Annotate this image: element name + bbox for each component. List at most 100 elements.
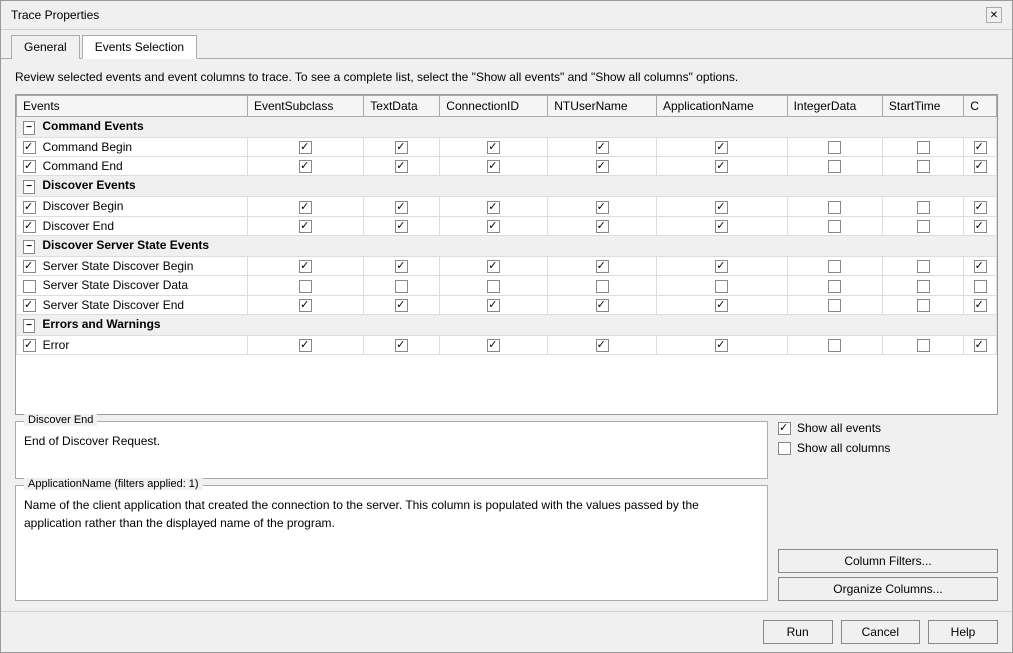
table-row: Discover End — [17, 216, 997, 235]
show-all-events-checkbox[interactable] — [778, 422, 791, 435]
cb-error-starttime[interactable] — [917, 339, 930, 352]
cb-discover-end-integerdata[interactable] — [828, 220, 841, 233]
cb-command-end-textdata[interactable] — [395, 160, 408, 173]
organize-columns-button[interactable]: Organize Columns... — [778, 577, 998, 601]
expand-discover-server-state[interactable]: − — [23, 240, 35, 254]
table-row: Server State Discover End — [17, 295, 997, 314]
cb-discover-end-starttime[interactable] — [917, 220, 930, 233]
cb-command-end-c[interactable] — [974, 160, 987, 173]
cb-discover-end-applicationname[interactable] — [715, 220, 728, 233]
cb-discover-begin-integerdata[interactable] — [828, 201, 841, 214]
cb-ss-discover-end-starttime[interactable] — [917, 299, 930, 312]
cb-discover-begin-textdata[interactable] — [395, 201, 408, 214]
group-discover-server-state-events: − Discover Server State Events — [17, 236, 997, 257]
table-row: Server State Discover Data — [17, 276, 997, 295]
cb-ss-discover-end-textdata[interactable] — [395, 299, 408, 312]
cb-error-textdata[interactable] — [395, 339, 408, 352]
bottom-right-panel: Show all events Show all columns Column … — [778, 421, 998, 601]
close-button[interactable]: ✕ — [986, 7, 1002, 23]
cb-ss-discover-begin-applicationname[interactable] — [715, 260, 728, 273]
cb-ss-discover-begin-c[interactable] — [974, 260, 987, 273]
row-check-ss-discover-data[interactable] — [23, 280, 36, 293]
cb-ss-discover-begin-ntusername[interactable] — [596, 260, 609, 273]
cb-command-begin-eventsubclass[interactable] — [299, 141, 312, 154]
events-table-container[interactable]: Events EventSubclass TextData Connection… — [15, 94, 998, 415]
cb-ss-discover-end-applicationname[interactable] — [715, 299, 728, 312]
cb-ss-discover-data-eventsubclass[interactable] — [299, 280, 312, 293]
cb-command-begin-starttime[interactable] — [917, 141, 930, 154]
cb-error-c[interactable] — [974, 339, 987, 352]
cb-ss-discover-begin-starttime[interactable] — [917, 260, 930, 273]
cb-ss-discover-end-c[interactable] — [974, 299, 987, 312]
cb-command-end-connectionid[interactable] — [487, 160, 500, 173]
cb-command-end-starttime[interactable] — [917, 160, 930, 173]
cb-command-begin-applicationname[interactable] — [715, 141, 728, 154]
table-row: Error — [17, 336, 997, 355]
cb-ss-discover-data-integerdata[interactable] — [828, 280, 841, 293]
show-all-columns-checkbox[interactable] — [778, 442, 791, 455]
cb-ss-discover-data-c[interactable] — [974, 280, 987, 293]
row-check-discover-end[interactable] — [23, 220, 36, 233]
cb-command-begin-textdata[interactable] — [395, 141, 408, 154]
cb-command-begin-c[interactable] — [974, 141, 987, 154]
expand-command-events[interactable]: − — [23, 121, 35, 135]
cancel-button[interactable]: Cancel — [841, 620, 920, 644]
expand-errors-warnings[interactable]: − — [23, 319, 35, 333]
cb-ss-discover-end-connectionid[interactable] — [487, 299, 500, 312]
cb-ss-discover-data-connectionid[interactable] — [487, 280, 500, 293]
cb-command-end-applicationname[interactable] — [715, 160, 728, 173]
cb-command-end-integerdata[interactable] — [828, 160, 841, 173]
cb-command-begin-ntusername[interactable] — [596, 141, 609, 154]
cb-discover-end-ntusername[interactable] — [596, 220, 609, 233]
cb-command-end-eventsubclass[interactable] — [299, 160, 312, 173]
row-check-ss-discover-begin[interactable] — [23, 260, 36, 273]
row-check-command-end[interactable] — [23, 160, 36, 173]
cb-discover-begin-connectionid[interactable] — [487, 201, 500, 214]
cb-command-begin-connectionid[interactable] — [487, 141, 500, 154]
window-title: Trace Properties — [11, 8, 99, 22]
cb-error-integerdata[interactable] — [828, 339, 841, 352]
column-filters-button[interactable]: Column Filters... — [778, 549, 998, 573]
run-button[interactable]: Run — [763, 620, 833, 644]
event-name: Discover End — [17, 216, 248, 235]
event-name: Discover Begin — [17, 197, 248, 216]
cb-discover-begin-applicationname[interactable] — [715, 201, 728, 214]
cb-ss-discover-begin-integerdata[interactable] — [828, 260, 841, 273]
cb-ss-discover-data-applicationname[interactable] — [715, 280, 728, 293]
help-button[interactable]: Help — [928, 620, 998, 644]
tab-general[interactable]: General — [11, 35, 80, 59]
cb-ss-discover-end-integerdata[interactable] — [828, 299, 841, 312]
cb-error-applicationname[interactable] — [715, 339, 728, 352]
cb-ss-discover-end-eventsubclass[interactable] — [299, 299, 312, 312]
row-check-ss-discover-end[interactable] — [23, 299, 36, 312]
cb-discover-end-textdata[interactable] — [395, 220, 408, 233]
cb-discover-end-c[interactable] — [974, 220, 987, 233]
cb-discover-end-connectionid[interactable] — [487, 220, 500, 233]
group-discover-events: − Discover Events — [17, 176, 997, 197]
cb-ss-discover-begin-eventsubclass[interactable] — [299, 260, 312, 273]
cb-error-connectionid[interactable] — [487, 339, 500, 352]
cb-ss-discover-data-ntusername[interactable] — [596, 280, 609, 293]
row-check-error[interactable] — [23, 339, 36, 352]
row-check-command-begin[interactable] — [23, 141, 36, 154]
group-command-events: − Command Events — [17, 116, 997, 137]
cb-error-eventsubclass[interactable] — [299, 339, 312, 352]
cb-ss-discover-begin-connectionid[interactable] — [487, 260, 500, 273]
tab-events-selection[interactable]: Events Selection — [82, 35, 197, 59]
cb-ss-discover-begin-textdata[interactable] — [395, 260, 408, 273]
cb-error-ntusername[interactable] — [596, 339, 609, 352]
cb-command-end-ntusername[interactable] — [596, 160, 609, 173]
cb-discover-begin-starttime[interactable] — [917, 201, 930, 214]
cb-ss-discover-end-ntusername[interactable] — [596, 299, 609, 312]
cb-command-begin-integerdata[interactable] — [828, 141, 841, 154]
footer-bar: Run Cancel Help — [1, 611, 1012, 652]
cb-ss-discover-data-textdata[interactable] — [395, 280, 408, 293]
cb-discover-begin-ntusername[interactable] — [596, 201, 609, 214]
cb-discover-begin-c[interactable] — [974, 201, 987, 214]
row-check-discover-begin[interactable] — [23, 201, 36, 214]
cb-ss-discover-data-starttime[interactable] — [917, 280, 930, 293]
expand-discover-events[interactable]: − — [23, 180, 35, 194]
event-name: Server State Discover End — [17, 295, 248, 314]
cb-discover-end-eventsubclass[interactable] — [299, 220, 312, 233]
cb-discover-begin-eventsubclass[interactable] — [299, 201, 312, 214]
